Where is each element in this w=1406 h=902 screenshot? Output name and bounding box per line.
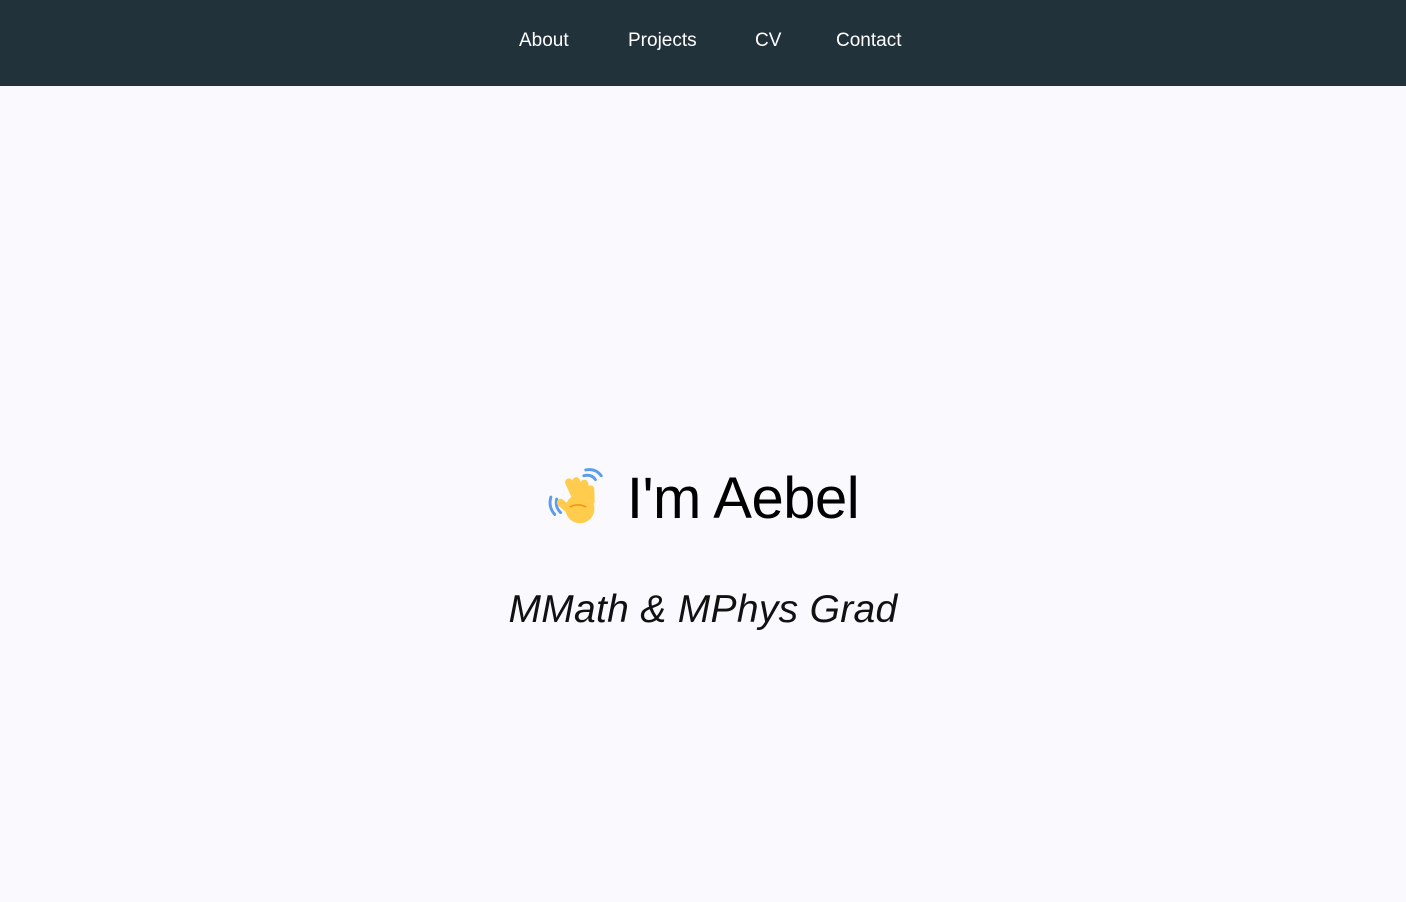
hero-subtitle: MMath & MPhys Grad xyxy=(508,588,898,631)
hero-heading: I'm Aebel xyxy=(0,459,1406,539)
nav-link-contact[interactable]: Contact xyxy=(836,28,901,54)
hero-section: I'm Aebel MMath & MPhys Grad xyxy=(0,86,1406,902)
nav-link-about[interactable]: About xyxy=(519,28,569,54)
nav-link-cv[interactable]: CV xyxy=(755,28,781,54)
hero-title-text: I'm Aebel xyxy=(626,466,860,532)
nav-link-projects[interactable]: Projects xyxy=(628,28,697,54)
waving-hand-icon xyxy=(547,467,609,530)
top-navbar: About Projects CV Contact xyxy=(0,0,1406,86)
